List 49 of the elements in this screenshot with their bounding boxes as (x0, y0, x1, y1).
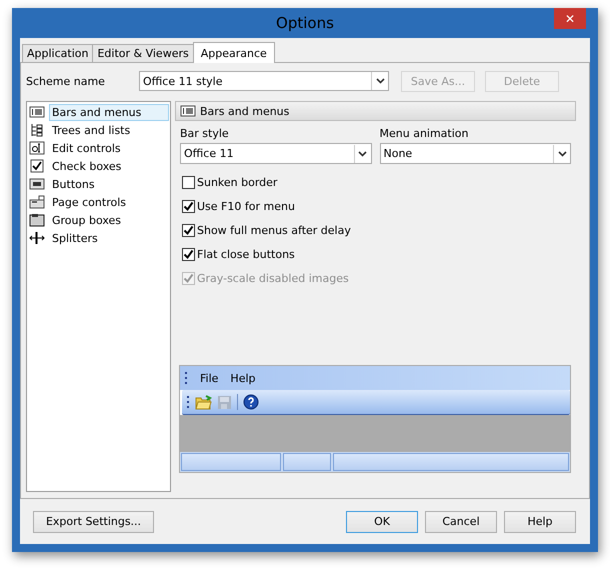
list-item[interactable]: Page controls (49, 194, 169, 210)
list-item[interactable]: Splitters (49, 230, 169, 246)
checkbox-label: Gray-scale disabled images (197, 272, 349, 284)
tabs-icon (29, 195, 45, 209)
menu-bar-icon (29, 105, 45, 119)
list-item[interactable]: Trees and lists (49, 122, 169, 138)
tree-icon (29, 123, 45, 137)
grip-icon (187, 396, 190, 408)
group-box-icon (29, 213, 45, 227)
checkbox-label: Show full menus after delay (197, 224, 351, 236)
close-button[interactable]: ✕ (554, 8, 586, 29)
export-button[interactable]: Export Settings... (33, 510, 154, 532)
help-icon[interactable] (243, 394, 259, 410)
list-item[interactable]: Check boxes (49, 158, 169, 174)
checkbox[interactable] (182, 248, 195, 260)
menu-item[interactable]: File (200, 372, 218, 384)
field-label: Menu animation (380, 127, 470, 140)
window-title: Options (276, 14, 334, 32)
checkbox-label: Flat close buttons (197, 248, 295, 260)
checkbox-label: Use F10 for menu (197, 200, 295, 212)
list-item[interactable]: Bars and menus (49, 104, 169, 120)
list-item[interactable]: Buttons (49, 176, 169, 192)
grip-icon (185, 372, 188, 384)
dialog-button[interactable]: Cancel (425, 510, 497, 532)
list-item[interactable]: Group boxes (49, 212, 169, 228)
checkbox-label: Sunken border (197, 176, 278, 188)
splitter-icon (29, 231, 45, 245)
text-field-icon (29, 141, 45, 155)
checkbox[interactable] (182, 224, 195, 236)
button-icon (29, 177, 45, 191)
field-label: Bar style (180, 127, 230, 140)
menu-item[interactable]: Help (230, 372, 256, 384)
checkbox[interactable] (182, 176, 195, 188)
status-panel (283, 453, 331, 471)
dropdown[interactable]: Office 11 (180, 143, 372, 164)
list-item[interactable]: Edit controls (49, 140, 169, 156)
dialog-button[interactable]: OK (346, 510, 418, 532)
scheme-dropdown[interactable]: Office 11 style (139, 71, 389, 91)
dialog-button[interactable]: Help (504, 510, 576, 532)
tab[interactable]: Appearance (192, 42, 275, 63)
checkbox-icon (29, 159, 45, 173)
section-title: Bars and menus (200, 104, 290, 118)
field-label: Scheme name (26, 74, 106, 88)
dropdown[interactable]: None (380, 143, 571, 164)
tab[interactable]: Application (22, 44, 94, 62)
folder-icon[interactable] (195, 394, 212, 410)
tab[interactable]: Editor & Viewers (92, 44, 194, 62)
checkbox[interactable] (182, 200, 195, 212)
menu-bar-icon (180, 104, 196, 118)
